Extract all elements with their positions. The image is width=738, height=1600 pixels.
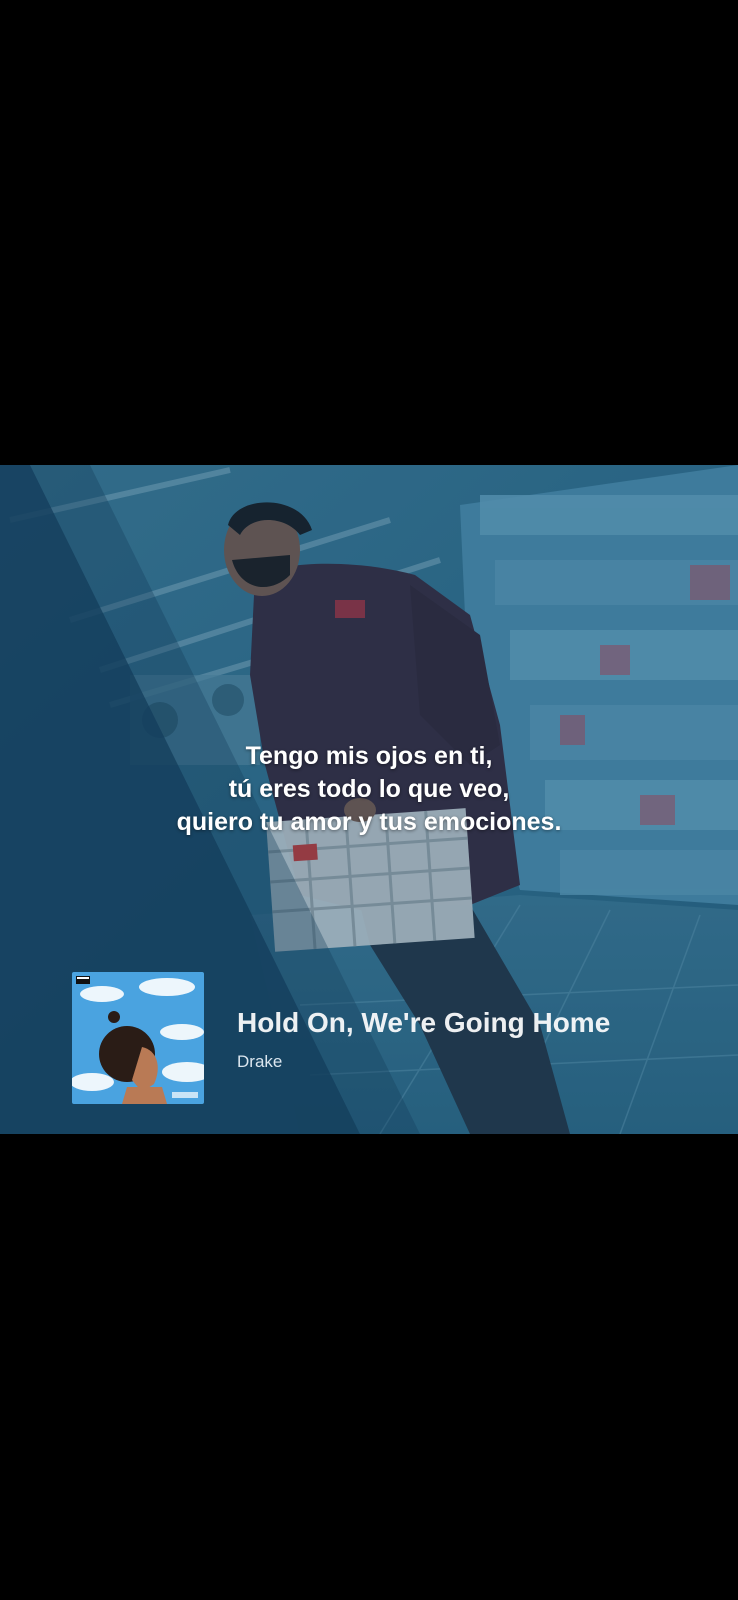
lyrics-line: tú eres todo lo que veo, (228, 775, 510, 803)
lyrics-line: Tengo mis ojos en ti, (245, 742, 493, 770)
lyrics-text: Tengo mis ojos en ti, tú eres todo lo qu… (0, 740, 738, 839)
track-title: Hold On, We're Going Home (237, 1007, 611, 1038)
lyrics-share-card: Tengo mis ojos en ti, tú eres todo lo qu… (0, 465, 738, 1134)
lyrics-line: quiero tu amor y tus emociones. (176, 808, 562, 836)
track-info[interactable]: Hold On, We're Going Home Drake (72, 972, 712, 1104)
track-artist: Drake (237, 1052, 283, 1071)
album-cover-image (72, 972, 204, 1104)
